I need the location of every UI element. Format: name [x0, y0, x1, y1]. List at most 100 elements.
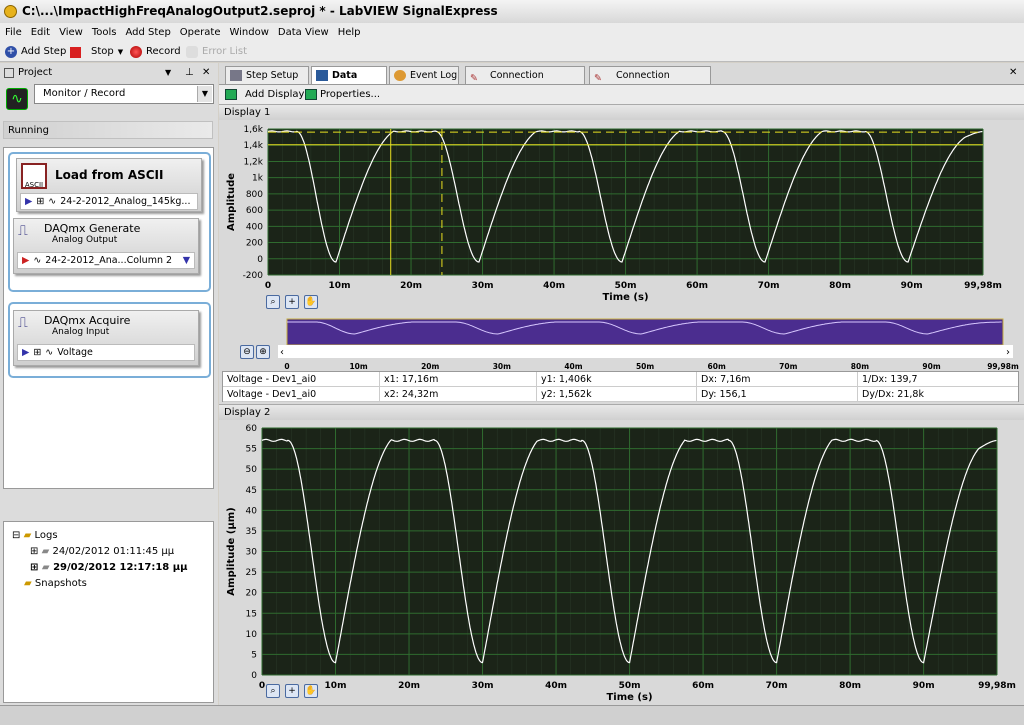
logs-label: Logs [34, 530, 58, 541]
chevron-down-icon[interactable]: ▼ [183, 253, 190, 268]
project-panel: Project ▼ ⊥ ✕ ∿ Monitor / Record ▼ Runnin… [0, 63, 218, 705]
overview-tick-label: 80m [851, 362, 869, 371]
y-axis-label: Amplitude (μm) [226, 507, 237, 595]
status-bar [0, 705, 1024, 725]
zoom-icon[interactable]: ⌕ [266, 684, 280, 698]
overview-tick-label: 90m [922, 362, 940, 371]
step-title: DAQmx Generate [44, 222, 141, 235]
tree-logs[interactable]: ⊟ ▰ Logs [12, 530, 58, 541]
step-title: Load from ASCII [55, 168, 164, 182]
close-icon[interactable]: ✕ [202, 65, 210, 81]
x-tick-label: 70m [758, 281, 780, 291]
cursor-dy: Dy: 156,1 [697, 387, 858, 401]
properties-button[interactable]: Properties... [320, 85, 380, 104]
record-button[interactable]: Record [130, 42, 181, 62]
zoom-icon[interactable]: ⌕ [266, 295, 280, 309]
display-2-graph[interactable]: 0 5 10 15 20 25 30 35 40 45 50 55 60 0 10m 20m 30m 40m 50m… [222, 420, 1020, 702]
step-daqmx-acquire[interactable]: ⎍ DAQmx Acquire Analog Input ▶ ⊞ ∿ Voltage [13, 310, 199, 366]
stop-icon [70, 46, 81, 58]
y-tick-label: 20 [246, 589, 258, 599]
step-output[interactable]: ▶ ⊞ ∿ 24-2-2012_Analog_145kg... [20, 193, 198, 210]
menu-window[interactable]: Window [229, 27, 268, 38]
step-load-from-ascii[interactable]: ASCII Load from ASCII ▶ ⊞ ∿ 24-2-2012_Analo… [16, 158, 202, 212]
cursor-inv-dx: 1/Dx: 139,7 [862, 374, 918, 385]
mode-select[interactable]: Monitor / Record ▼ [34, 84, 214, 104]
y-tick-label: 45 [246, 486, 257, 496]
cursor-row[interactable]: Voltage - Dev1_ai0 x2: 24,32m y2: 1,562k Dy… [223, 387, 1018, 402]
add-display-button[interactable]: Add Display [245, 85, 304, 104]
project-title: Project [18, 67, 53, 78]
error-list-button[interactable]: Error List [186, 42, 247, 62]
stop-button[interactable]: Stop ▼ [70, 42, 123, 62]
menu-data-view[interactable]: Data View [278, 27, 329, 38]
menu-operate[interactable]: Operate [180, 27, 221, 38]
tab-event-log[interactable]: Event Log [389, 66, 459, 84]
title-bar: C:\...\ImpactHighFreqAnalogOutput2.sepro… [0, 0, 1024, 23]
menu-help[interactable]: Help [338, 27, 361, 38]
overview-tick-label: 40m [564, 362, 582, 371]
menu-edit[interactable]: Edit [31, 27, 50, 38]
panel-menu-icon[interactable]: ▼ [165, 65, 171, 81]
project-icon [4, 68, 14, 78]
log-icon: ▰ [41, 562, 50, 573]
y-tick-label: 1,2k [243, 157, 263, 167]
tree-snapshots[interactable]: ▰ Snapshots [24, 578, 87, 589]
menu-add-step[interactable]: Add Step [125, 27, 170, 38]
x-tick-label: 50m [615, 281, 637, 291]
pan-hand-icon[interactable]: ✋ [304, 295, 318, 309]
chevron-down-icon[interactable]: ▼ [118, 42, 123, 62]
menu-view[interactable]: View [59, 27, 83, 38]
tab-connection-diagram[interactable]: ✎Connection Diagram [589, 66, 711, 98]
pin-icon[interactable]: ⊥ [185, 65, 194, 81]
step-daqmx-generate[interactable]: ⎍ DAQmx Generate Analog Output ▶ ∿ 24-2-20… [13, 218, 199, 274]
y-tick-label: 10 [246, 630, 258, 640]
x-axis-label: Time (s) [602, 292, 648, 303]
project-header: Project ▼ ⊥ ✕ [2, 65, 216, 81]
overview-plot [286, 318, 1004, 346]
x-tick-label: 80m [839, 681, 861, 691]
close-tab-icon[interactable]: ✕ [1009, 67, 1017, 78]
zoom-out-icon[interactable]: ⊖ [240, 345, 254, 359]
log-item[interactable]: ⊞ ▰ 29/02/2012 12:17:18 μμ [30, 562, 187, 573]
x-tick-label: 30m [472, 281, 494, 291]
y-tick-label: -200 [243, 271, 264, 281]
step-subtitle: Analog Input [52, 327, 110, 337]
overview-strip[interactable]: ‹ › 0 10m 20m 30m 40m 50m 60m 70m 80m 90m 99,98m [222, 312, 1020, 372]
pan-hand-icon[interactable]: ✋ [304, 684, 318, 698]
error-list-icon [186, 46, 198, 58]
y-axis-label: Amplitude [226, 173, 237, 231]
log-item[interactable]: ⊞ ▰ 24/02/2012 01:11:45 μμ [30, 546, 174, 557]
overview-tick-label: 70m [779, 362, 797, 371]
cursor-crosshair-icon[interactable]: + [285, 684, 299, 698]
tab-connection-diagram[interactable]: ✎Connection Diagram [465, 66, 585, 98]
y-tick-label: 60 [246, 424, 258, 434]
cursor-crosshair-icon[interactable]: + [285, 295, 299, 309]
expand-icon[interactable]: ⊞ [36, 194, 44, 209]
expand-icon[interactable]: ⊞ [33, 345, 41, 360]
add-step-button[interactable]: + Add Step [5, 42, 66, 62]
properties-icon [305, 89, 317, 100]
daqmx-icon: ⎍ [18, 223, 28, 239]
x-tick-label: 90m [901, 281, 923, 291]
play-icon: ▶ [25, 196, 33, 207]
overview-scrollbar [278, 345, 1013, 358]
cursor-x: x2: 24,32m [380, 387, 537, 401]
folder-icon: ▰ [23, 530, 32, 541]
tab-data-view[interactable]: Data View [311, 66, 387, 98]
menu-tools[interactable]: Tools [92, 27, 117, 38]
snapshots-label: Snapshots [34, 578, 87, 589]
overview-tick-label: 20m [421, 362, 439, 371]
step-input[interactable]: ▶ ∿ 24-2-2012_Ana...Column 2 ▼ [17, 252, 195, 269]
cursor-plot: Voltage - Dev1_ai0 [223, 387, 380, 401]
display-1-graph[interactable]: -20002004006008001k1,2k1,4k1,6k0 10m 20m 30… [222, 120, 1020, 310]
logs-tree: ⊟ ▰ Logs ⊞ ▰ 24/02/2012 01:11:45 μμ ⊞ ▰ … [3, 521, 214, 703]
stop-label: Stop [91, 46, 114, 57]
tab-step-setup[interactable]: Step Setup [225, 66, 309, 84]
cursor-row[interactable]: Voltage - Dev1_ai0 x1: 17,16m y1: 1,406k Dx… [223, 372, 1018, 387]
overview-tick-label: 10m [349, 362, 367, 371]
chevron-down-icon[interactable]: ▼ [197, 86, 212, 102]
zoom-in-icon[interactable]: ⊕ [256, 345, 270, 359]
step-output[interactable]: ▶ ⊞ ∿ Voltage [17, 344, 195, 361]
scroll-right-icon: › [1006, 347, 1010, 358]
menu-file[interactable]: File [5, 27, 22, 38]
